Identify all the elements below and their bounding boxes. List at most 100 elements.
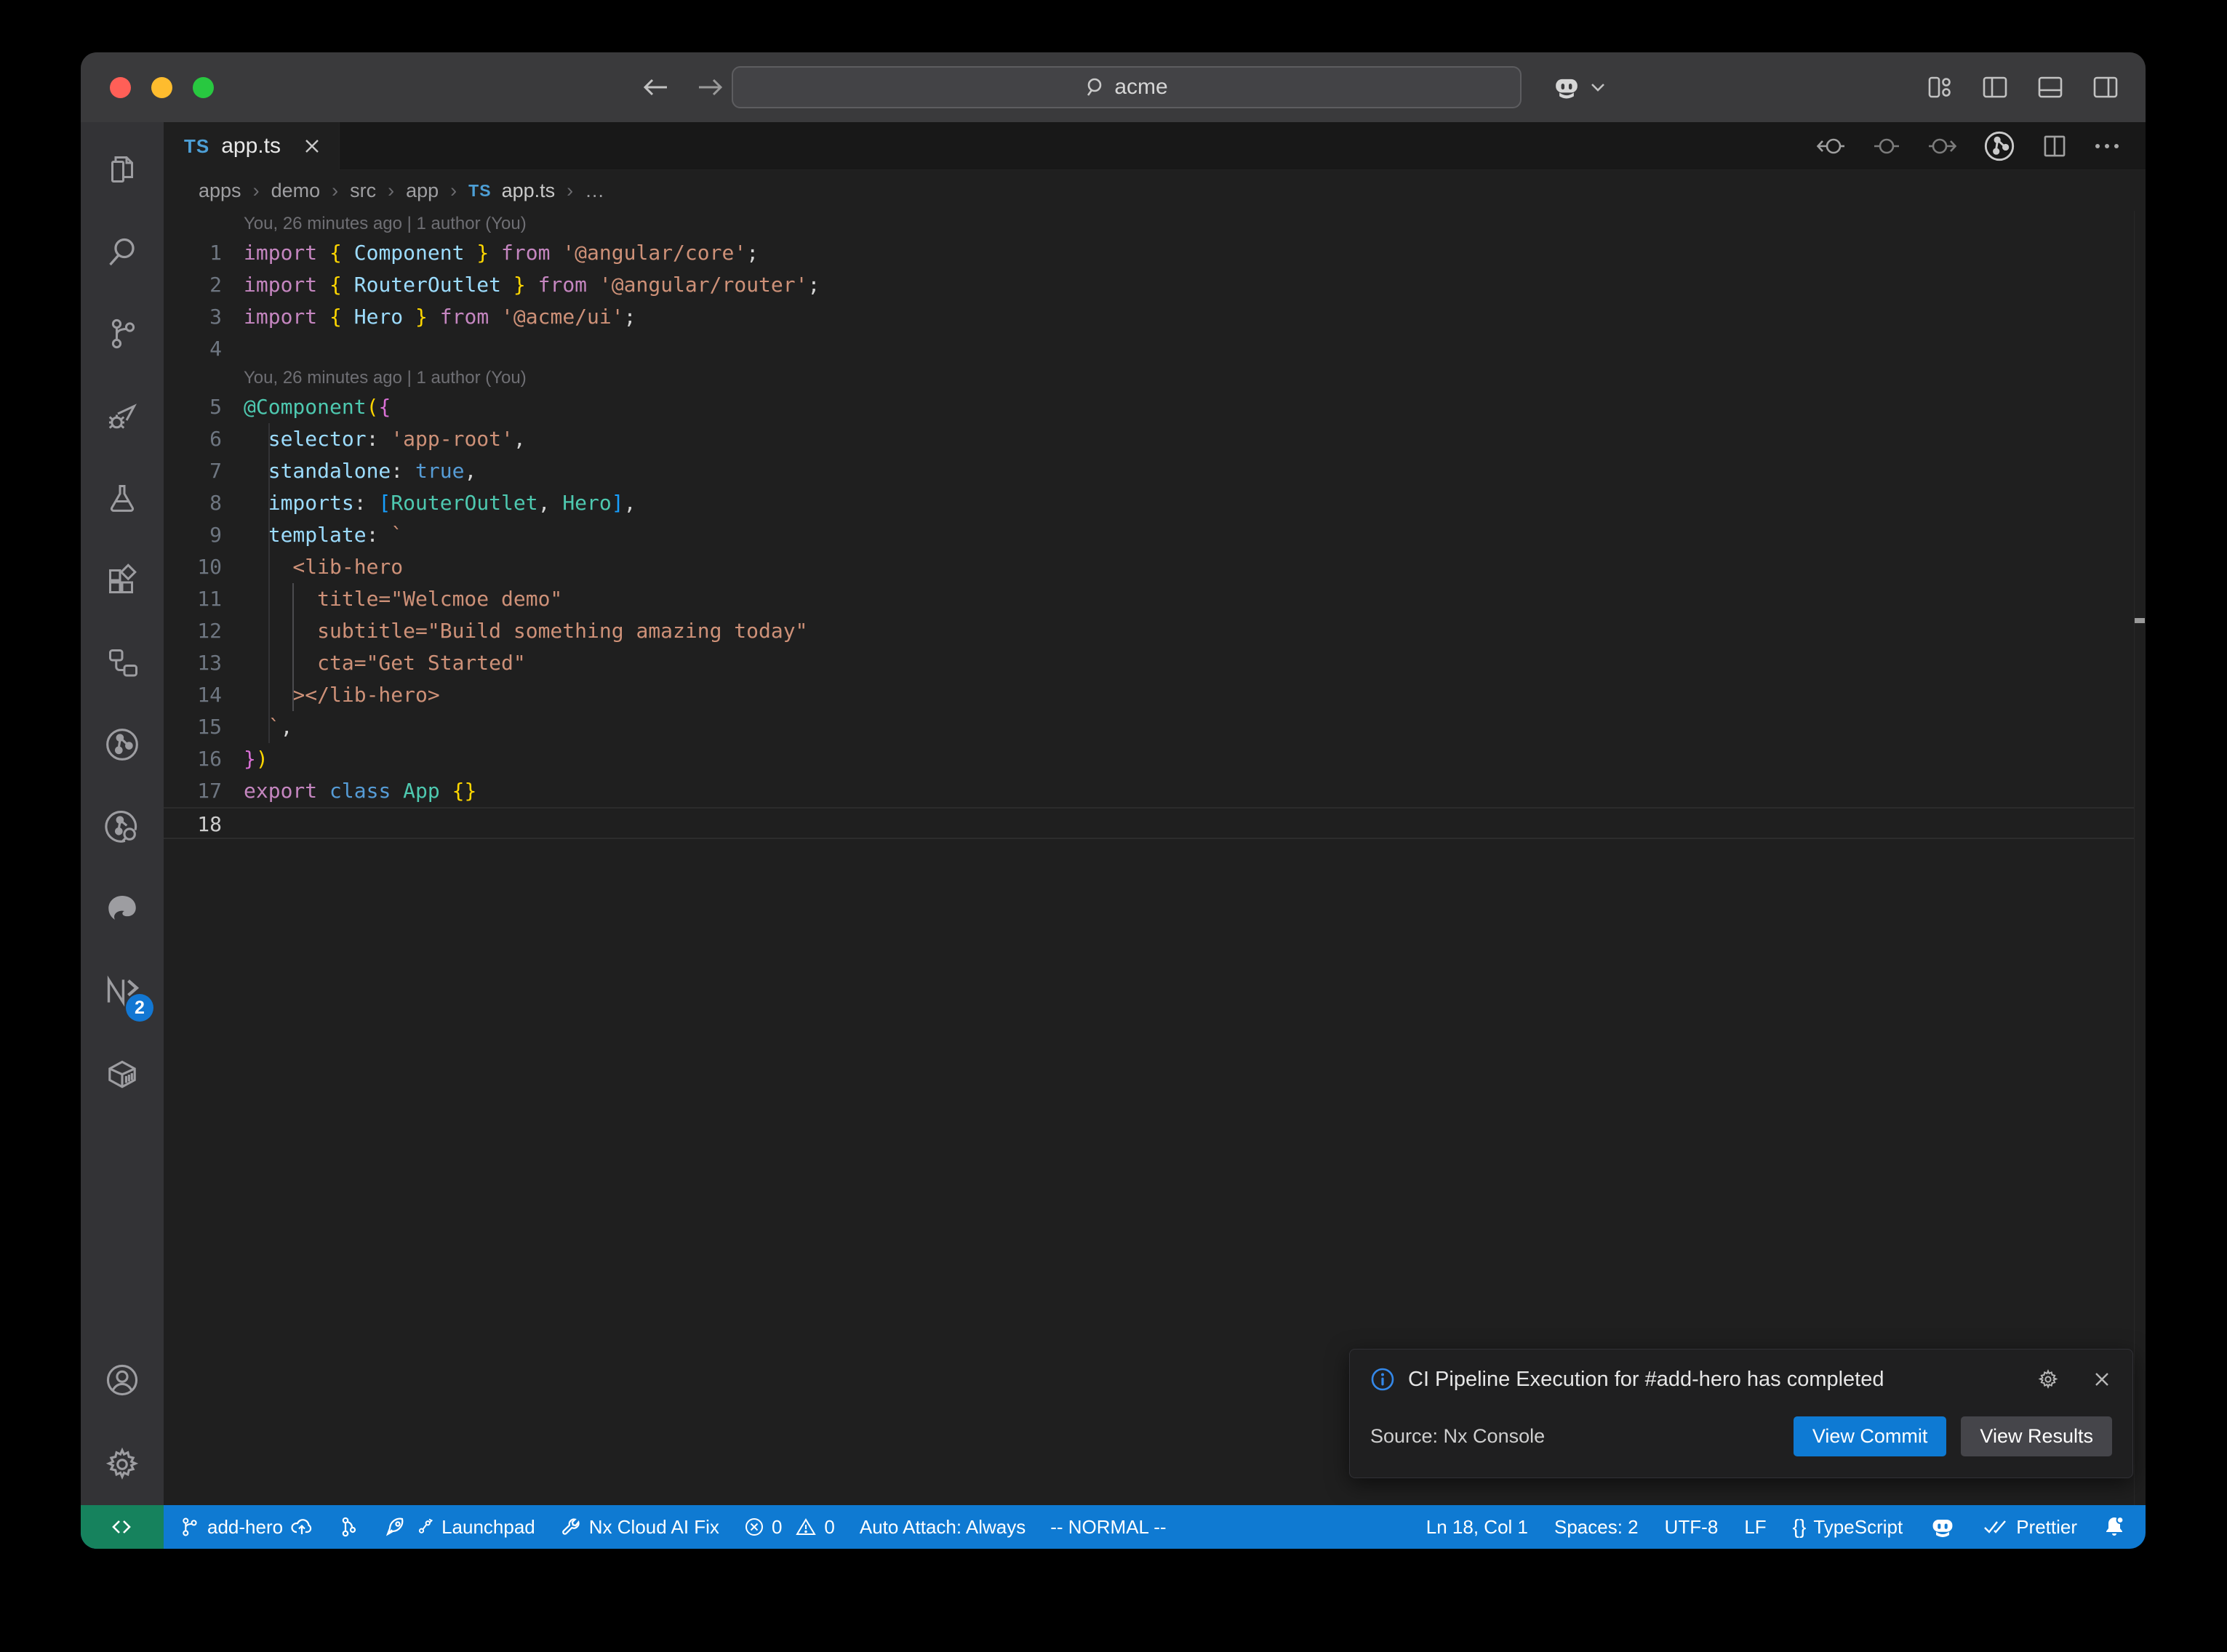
code-line[interactable]: 6 selector: 'app-root',: [164, 423, 2134, 455]
navigate-back-icon[interactable]: [641, 75, 670, 100]
brackets-icon: {}: [1793, 1515, 1807, 1539]
line-number: 10: [164, 551, 233, 583]
code-line[interactable]: 15 `,: [164, 711, 2134, 743]
notifications-bell[interactable]: [2103, 1515, 2125, 1539]
breadcrumb-file[interactable]: app.ts: [502, 180, 556, 202]
sidebar-item-testing[interactable]: [81, 457, 164, 539]
sidebar-item-edge-devtools[interactable]: [81, 867, 164, 950]
close-window-button[interactable]: [110, 77, 131, 98]
cursor-position-status[interactable]: Ln 18, Col 1: [1426, 1516, 1528, 1539]
code-line[interactable]: 13 cta="Get Started": [164, 647, 2134, 679]
toggle-primary-sidebar-icon[interactable]: [1981, 75, 2009, 100]
breadcrumb-item[interactable]: demo: [271, 180, 321, 202]
code-line[interactable]: 17export class App {}: [164, 775, 2134, 807]
code-line[interactable]: 16}): [164, 743, 2134, 775]
sidebar-item-nx-graph-explorer[interactable]: [81, 785, 164, 867]
code-line[interactable]: 14 ></lib-hero>: [164, 679, 2134, 711]
graph-current-icon[interactable]: [1872, 133, 1901, 159]
minimize-window-button[interactable]: [151, 77, 172, 98]
notification-settings-icon[interactable]: [2036, 1368, 2060, 1391]
breadcrumb-item[interactable]: apps: [199, 180, 241, 202]
code-line[interactable]: 7 standalone: true,: [164, 455, 2134, 487]
eol-status[interactable]: LF: [1744, 1516, 1766, 1539]
sidebar-item-source-control[interactable]: [81, 292, 164, 374]
navigate-forward-icon[interactable]: [696, 75, 725, 100]
git-branch-status[interactable]: add-hero: [178, 1516, 313, 1539]
code-line[interactable]: 8 imports: [RouterOutlet, Hero],: [164, 487, 2134, 519]
sidebar-item-run-debug[interactable]: [81, 374, 164, 457]
accounts-button[interactable]: [81, 1341, 164, 1423]
split-editor-icon[interactable]: [2041, 132, 2068, 160]
command-center-search[interactable]: acme: [732, 66, 1522, 108]
encoding-label: UTF-8: [1665, 1516, 1719, 1539]
overview-ruler[interactable]: [2134, 211, 2146, 1505]
problems-status[interactable]: 0 0: [744, 1516, 835, 1539]
gitlens-launchpad-button[interactable]: Launchpad: [383, 1515, 535, 1539]
code-line[interactable]: 11 title="Welcmoe demo": [164, 583, 2134, 615]
sidebar-item-extensions[interactable]: [81, 539, 164, 621]
language-mode-status[interactable]: {} TypeScript: [1793, 1515, 1903, 1539]
prettier-status[interactable]: Prettier: [1983, 1516, 2077, 1539]
nx-cloud-fix-button[interactable]: Nx Cloud AI Fix: [560, 1516, 719, 1539]
more-actions-icon[interactable]: [2093, 142, 2121, 151]
nx-graph-button-icon[interactable]: [1983, 129, 2016, 163]
code-line[interactable]: 18: [164, 807, 2134, 839]
code-line[interactable]: 3import { Hero } from '@acme/ui';: [164, 301, 2134, 333]
double-check-icon: [1983, 1517, 2009, 1536]
extensions-icon: [105, 563, 140, 598]
toggle-secondary-sidebar-icon[interactable]: [2092, 75, 2119, 100]
sidebar-item-containers[interactable]: [81, 1032, 164, 1114]
code-line[interactable]: 4: [164, 333, 2134, 365]
indentation-status[interactable]: Spaces: 2: [1554, 1516, 1639, 1539]
explorer-icon: [105, 152, 140, 187]
remote-indicator[interactable]: [81, 1505, 164, 1549]
customize-layout-icon[interactable]: [1926, 75, 1954, 100]
view-results-button[interactable]: View Results: [1961, 1416, 2112, 1456]
code-editor[interactable]: You, 26 minutes ago | 1 author (You)1imp…: [164, 211, 2146, 1505]
eol-label: LF: [1744, 1516, 1766, 1539]
chevron-down-icon: [1589, 81, 1607, 93]
sidebar-item-explorer[interactable]: [81, 128, 164, 210]
language-label: TypeScript: [1813, 1516, 1903, 1539]
git-branch-icon: [105, 316, 140, 351]
copilot-menu[interactable]: [1551, 52, 1607, 122]
breadcrumb-symbol-tail[interactable]: …: [585, 180, 604, 202]
breadcrumb[interactable]: apps›demo›src›app›TSapp.ts›…: [164, 170, 2146, 211]
vscode-window: acme: [81, 52, 2146, 1549]
line-number: 7: [164, 455, 233, 487]
breadcrumb-item[interactable]: src: [350, 180, 376, 202]
sidebar-item-hierarchy[interactable]: [81, 621, 164, 703]
code-line[interactable]: 10 <lib-hero: [164, 551, 2134, 583]
sidebar-item-nx-graph[interactable]: [81, 703, 164, 785]
sidebar-item-nx-console[interactable]: 2: [81, 950, 164, 1032]
tab-app-ts[interactable]: TS app.ts: [164, 122, 340, 170]
code-line[interactable]: 5@Component({: [164, 391, 2134, 423]
copilot-status[interactable]: [1929, 1515, 1956, 1539]
breadcrumb-item[interactable]: app: [406, 180, 439, 202]
code-line[interactable]: 9 template: `: [164, 519, 2134, 551]
graph-forward-icon[interactable]: [1926, 133, 1958, 159]
container-box-icon: [104, 1055, 140, 1091]
code-line[interactable]: 1import { Component } from '@angular/cor…: [164, 237, 2134, 269]
auto-attach-status[interactable]: Auto Attach: Always: [860, 1516, 1025, 1539]
code-line[interactable]: 12 subtitle="Build something amazing tod…: [164, 615, 2134, 647]
ruler-decoration: [2135, 618, 2145, 623]
view-commit-button[interactable]: View Commit: [1794, 1416, 1947, 1456]
encoding-status[interactable]: UTF-8: [1665, 1516, 1719, 1539]
code-line[interactable]: 2import { RouterOutlet } from '@angular/…: [164, 269, 2134, 301]
vim-mode-status[interactable]: -- NORMAL --: [1050, 1516, 1166, 1539]
settings-button[interactable]: [81, 1423, 164, 1505]
toggle-panel-icon[interactable]: [2036, 75, 2064, 100]
zoom-window-button[interactable]: [193, 77, 214, 98]
sidebar-item-search[interactable]: [81, 210, 164, 292]
indent-guide: [268, 423, 270, 743]
graph-search-icon: [104, 809, 140, 845]
gitlens-commit-graph-button[interactable]: [338, 1515, 359, 1539]
tab-close-icon[interactable]: [303, 137, 321, 156]
warnings-icon: [795, 1517, 817, 1537]
notification-close-icon[interactable]: [2092, 1369, 2112, 1390]
graph-back-icon[interactable]: [1815, 133, 1847, 159]
rocket-icon: [383, 1515, 407, 1539]
line-number: 4: [164, 333, 233, 365]
line-number: 8: [164, 487, 233, 519]
